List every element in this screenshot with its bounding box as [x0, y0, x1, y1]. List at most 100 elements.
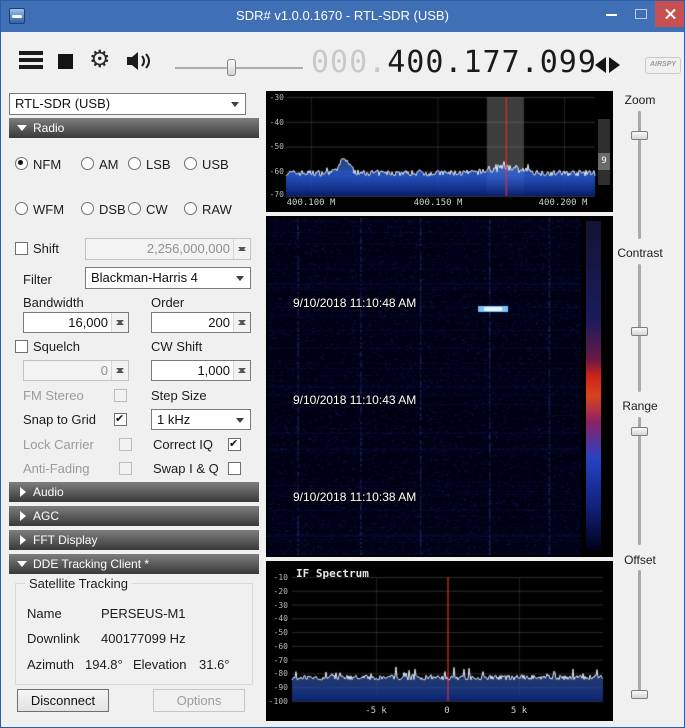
zoom-slider-label: Zoom: [624, 93, 656, 107]
if-spectrum-title: IF Spectrum: [296, 567, 369, 580]
spectrum-ytick: -50: [269, 142, 284, 151]
cw-shift-spinner[interactable]: 1,000: [151, 360, 251, 381]
if-ytick: -70: [273, 656, 288, 665]
zoom-slider-thumb[interactable]: [631, 131, 648, 140]
stop-button[interactable]: [58, 54, 73, 69]
if-ytick: -60: [273, 642, 288, 651]
volume-slider[interactable]: [175, 67, 303, 69]
section-header-audio[interactable]: Audio: [9, 482, 259, 502]
radio-dot: [15, 157, 28, 170]
spinner-arrows-icon[interactable]: [111, 313, 128, 332]
bandwidth-label: Bandwidth: [23, 295, 84, 310]
step-size-combo[interactable]: 1 kHz: [151, 409, 251, 430]
if-spectrum-canvas[interactable]: [266, 561, 613, 721]
source-combo-value: RTL-SDR (USB): [15, 96, 111, 111]
section-header-agc[interactable]: AGC: [9, 506, 259, 526]
radio-dot: [81, 157, 94, 170]
section-header-dde-tracking[interactable]: DDE Tracking Client *: [9, 554, 259, 574]
source-combo[interactable]: RTL-SDR (USB): [9, 93, 246, 115]
radio-dot: [128, 202, 141, 215]
sat-elevation-value: 31.6°: [199, 657, 230, 672]
spectrum-zoom-badge: 9: [598, 153, 610, 170]
spinner-arrows-icon: [111, 361, 128, 380]
section-header-radio[interactable]: Radio: [9, 118, 259, 138]
spectrum-xtick: 400.200 M: [538, 198, 588, 208]
swap-iq-checkbox[interactable]: [228, 462, 241, 475]
disconnect-button[interactable]: Disconnect: [17, 689, 109, 712]
swap-iq-label: Swap I & Q: [153, 461, 219, 476]
radio-dot: [128, 157, 141, 170]
if-ytick: -30: [273, 601, 288, 610]
sat-name-value: PERSEUS-M1: [101, 606, 186, 621]
mode-radio-raw[interactable]: RAW: [184, 201, 232, 217]
fm-stereo-label: FM Stereo: [23, 388, 84, 403]
mode-radio-lsb[interactable]: LSB: [128, 156, 171, 172]
minimize-button[interactable]: [597, 1, 626, 27]
rf-spectrum-canvas[interactable]: [266, 91, 613, 212]
order-spinner[interactable]: 200: [151, 312, 251, 333]
spectrum-ytick: -60: [269, 167, 284, 176]
spectrum-ytick: -70: [269, 190, 284, 199]
correct-iq-label: Correct IQ: [153, 437, 213, 452]
if-xtick: 5 k: [510, 706, 528, 716]
spinner-arrows-icon: [233, 239, 250, 259]
mode-radio-cw[interactable]: CW: [128, 201, 168, 217]
settings-button[interactable]: [89, 47, 111, 71]
waterfall-timestamp: 9/10/2018 11:10:43 AM: [293, 393, 417, 407]
minimize-icon: [606, 14, 617, 16]
tune-down-icon[interactable]: [595, 57, 606, 73]
offset-slider-label: Offset: [624, 553, 656, 567]
radio-dot: [184, 157, 197, 170]
shift-checkbox[interactable]: [15, 242, 28, 255]
range-slider-thumb[interactable]: [631, 427, 648, 436]
contrast-slider-label: Contrast: [617, 246, 663, 260]
menu-button[interactable]: [19, 51, 43, 72]
snap-to-grid-label: Snap to Grid: [23, 412, 96, 427]
sat-downlink-label: Downlink: [27, 631, 80, 646]
radio-dot: [81, 202, 94, 215]
stop-icon: [58, 54, 73, 69]
waterfall-canvas[interactable]: [267, 218, 581, 555]
mode-radio-am[interactable]: AM: [81, 156, 119, 172]
mode-radio-nfm[interactable]: NFM: [15, 156, 61, 172]
if-ytick: -80: [273, 669, 288, 678]
bandwidth-spinner[interactable]: 16,000: [23, 312, 129, 333]
offset-slider-thumb[interactable]: [631, 690, 648, 699]
if-ytick: -40: [273, 614, 288, 623]
tune-up-icon[interactable]: [609, 57, 620, 73]
if-spectrum-panel: [266, 561, 613, 721]
volume-slider-thumb[interactable]: [227, 59, 236, 76]
close-button[interactable]: [655, 1, 684, 27]
waterfall-timestamp: 9/10/2018 11:10:48 AM: [293, 296, 417, 310]
frequency-display[interactable]: 000.400.177.099: [311, 45, 597, 80]
correct-iq-checkbox[interactable]: [228, 437, 241, 451]
if-ytick: -100: [268, 697, 288, 706]
range-slider-label: Range: [622, 399, 658, 413]
squelch-label: Squelch: [33, 339, 80, 354]
spinner-arrows-icon[interactable]: [233, 313, 250, 332]
mode-radio-wfm[interactable]: WFM: [15, 201, 64, 217]
speaker-icon: [127, 52, 150, 70]
radio-dot: [184, 202, 197, 215]
filter-combo[interactable]: Blackman-Harris 4: [85, 267, 251, 289]
frequency-value: 400.177.099: [387, 45, 597, 80]
spectrum-zoom-strip[interactable]: [598, 119, 610, 185]
anti-fading-checkbox: [119, 462, 132, 475]
contrast-slider-thumb[interactable]: [631, 327, 648, 336]
mode-radio-usb[interactable]: USB: [184, 156, 229, 172]
if-ytick: -10: [273, 573, 288, 582]
range-slider[interactable]: [638, 417, 641, 545]
snap-to-grid-checkbox[interactable]: [114, 412, 127, 426]
spectrum-xtick: 400.100 M: [286, 198, 336, 208]
offset-slider[interactable]: [638, 570, 641, 698]
squelch-checkbox[interactable]: [15, 340, 28, 353]
maximize-button[interactable]: [626, 1, 655, 27]
mode-radio-dsb[interactable]: DSB: [81, 201, 126, 217]
spinner-arrows-icon[interactable]: [233, 361, 250, 380]
shift-label: Shift: [33, 241, 60, 256]
step-size-label: Step Size: [151, 388, 207, 403]
spectrum-ytick: -40: [269, 118, 284, 127]
mute-button[interactable]: [125, 51, 151, 76]
if-ytick: -20: [273, 587, 288, 596]
section-header-fft-display[interactable]: FFT Display: [9, 530, 259, 550]
